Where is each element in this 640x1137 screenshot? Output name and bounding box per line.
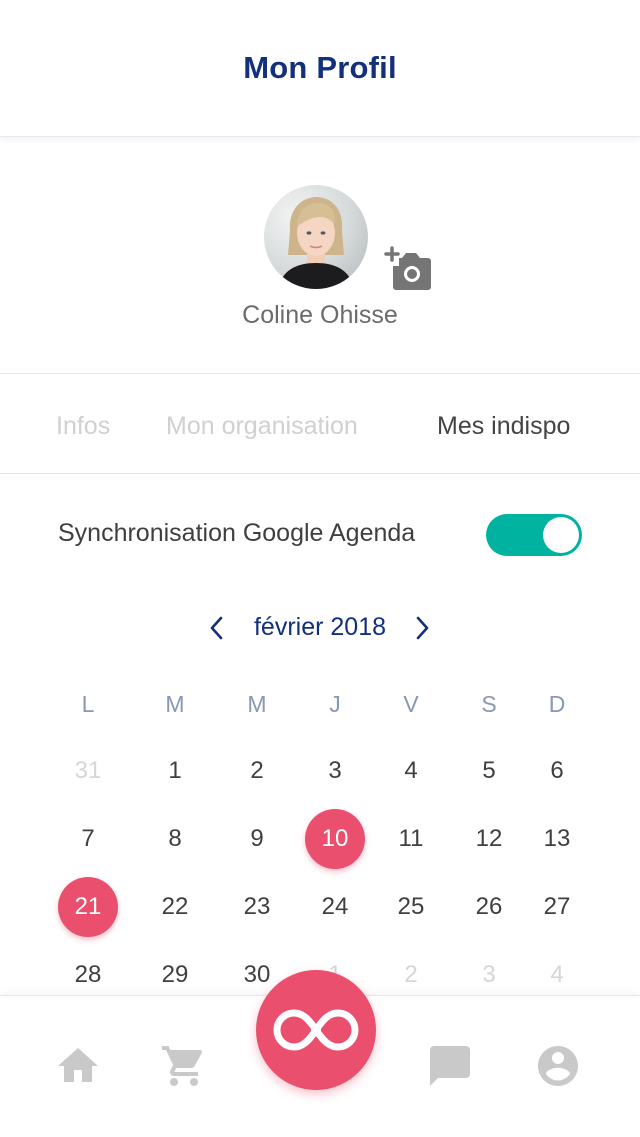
avatar-portrait xyxy=(278,197,354,289)
month-label: février 2018 xyxy=(253,613,387,641)
cart-icon xyxy=(162,1046,203,1086)
weekday-label: L xyxy=(81,690,95,717)
calendar-day[interactable]: 6 xyxy=(527,741,587,801)
weekday-label: V xyxy=(403,690,419,717)
nav-chat-button[interactable] xyxy=(426,1042,474,1090)
calendar-week-row: 7 8 9 10 11 12 13 xyxy=(0,809,640,877)
calendar-day[interactable]: 25 xyxy=(381,877,441,937)
chevron-right-icon xyxy=(416,616,429,640)
app-logo-icon xyxy=(273,1009,359,1051)
google-sync-toggle[interactable] xyxy=(486,514,582,556)
calendar-day[interactable]: 9 xyxy=(227,809,287,869)
calendar-day[interactable]: 23 xyxy=(227,877,287,937)
calendar-day[interactable]: 11 xyxy=(381,809,441,869)
calendar-day-selected[interactable]: 21 xyxy=(58,877,118,937)
calendar-day[interactable]: 12 xyxy=(459,809,519,869)
page-title: Mon Profil xyxy=(243,50,397,85)
calendar-day[interactable]: 5 xyxy=(459,741,519,801)
calendar-week-row: 21 22 23 24 25 26 27 xyxy=(0,877,640,945)
profile-section: Coline Ohisse xyxy=(0,137,640,374)
tab-mes-indispo[interactable]: Mes indispo xyxy=(437,412,570,441)
calendar-day[interactable]: 3 xyxy=(305,741,365,801)
app-header: Mon Profil xyxy=(0,0,640,137)
calendar-day[interactable]: 13 xyxy=(527,809,587,869)
calendar-day[interactable]: 8 xyxy=(145,809,205,869)
profile-tabs: Infos Mon organisation Mes indispo xyxy=(0,374,640,474)
tab-infos[interactable]: Infos xyxy=(56,412,110,441)
account-icon xyxy=(538,1046,578,1086)
calendar-day-selected[interactable]: 10 xyxy=(305,809,365,869)
tab-mon-organisation[interactable]: Mon organisation xyxy=(166,412,358,441)
weekday-label: D xyxy=(548,690,566,717)
calendar-day[interactable]: 4 xyxy=(381,741,441,801)
add-photo-icon xyxy=(384,246,431,290)
nav-account-button[interactable] xyxy=(534,1042,582,1090)
calendar-day[interactable]: 22 xyxy=(145,877,205,937)
avatar[interactable] xyxy=(264,185,368,289)
calendar-day[interactable]: 7 xyxy=(58,809,118,869)
month-navigation: février 2018 xyxy=(0,605,640,651)
center-action-button[interactable] xyxy=(256,970,376,1090)
calendar-day[interactable]: 1 xyxy=(145,741,205,801)
profile-name: Coline Ohisse xyxy=(242,301,398,329)
home-icon xyxy=(58,1048,98,1082)
calendar-day[interactable]: 31 xyxy=(58,741,118,801)
weekday-label: M xyxy=(165,690,185,717)
weekday-label: J xyxy=(329,690,341,717)
calendar-day[interactable]: 27 xyxy=(527,877,587,937)
weekday-label: S xyxy=(481,690,497,717)
next-month-button[interactable] xyxy=(405,611,439,645)
weekday-label: M xyxy=(247,690,267,717)
calendar-day[interactable]: 26 xyxy=(459,877,519,937)
weekday-header-row: L M M J V S D xyxy=(0,674,640,742)
calendar-day[interactable]: 2 xyxy=(227,741,287,801)
google-sync-row: Synchronisation Google Agenda xyxy=(0,474,640,594)
toggle-knob xyxy=(543,517,579,553)
calendar-week-row: 31 1 2 3 4 5 6 xyxy=(0,741,640,809)
google-sync-label: Synchronisation Google Agenda xyxy=(58,519,416,547)
nav-home-button[interactable] xyxy=(54,1042,102,1090)
chat-icon xyxy=(430,1046,470,1086)
nav-cart-button[interactable] xyxy=(160,1042,208,1090)
calendar-day[interactable]: 24 xyxy=(305,877,365,937)
add-photo-button[interactable] xyxy=(382,244,434,292)
